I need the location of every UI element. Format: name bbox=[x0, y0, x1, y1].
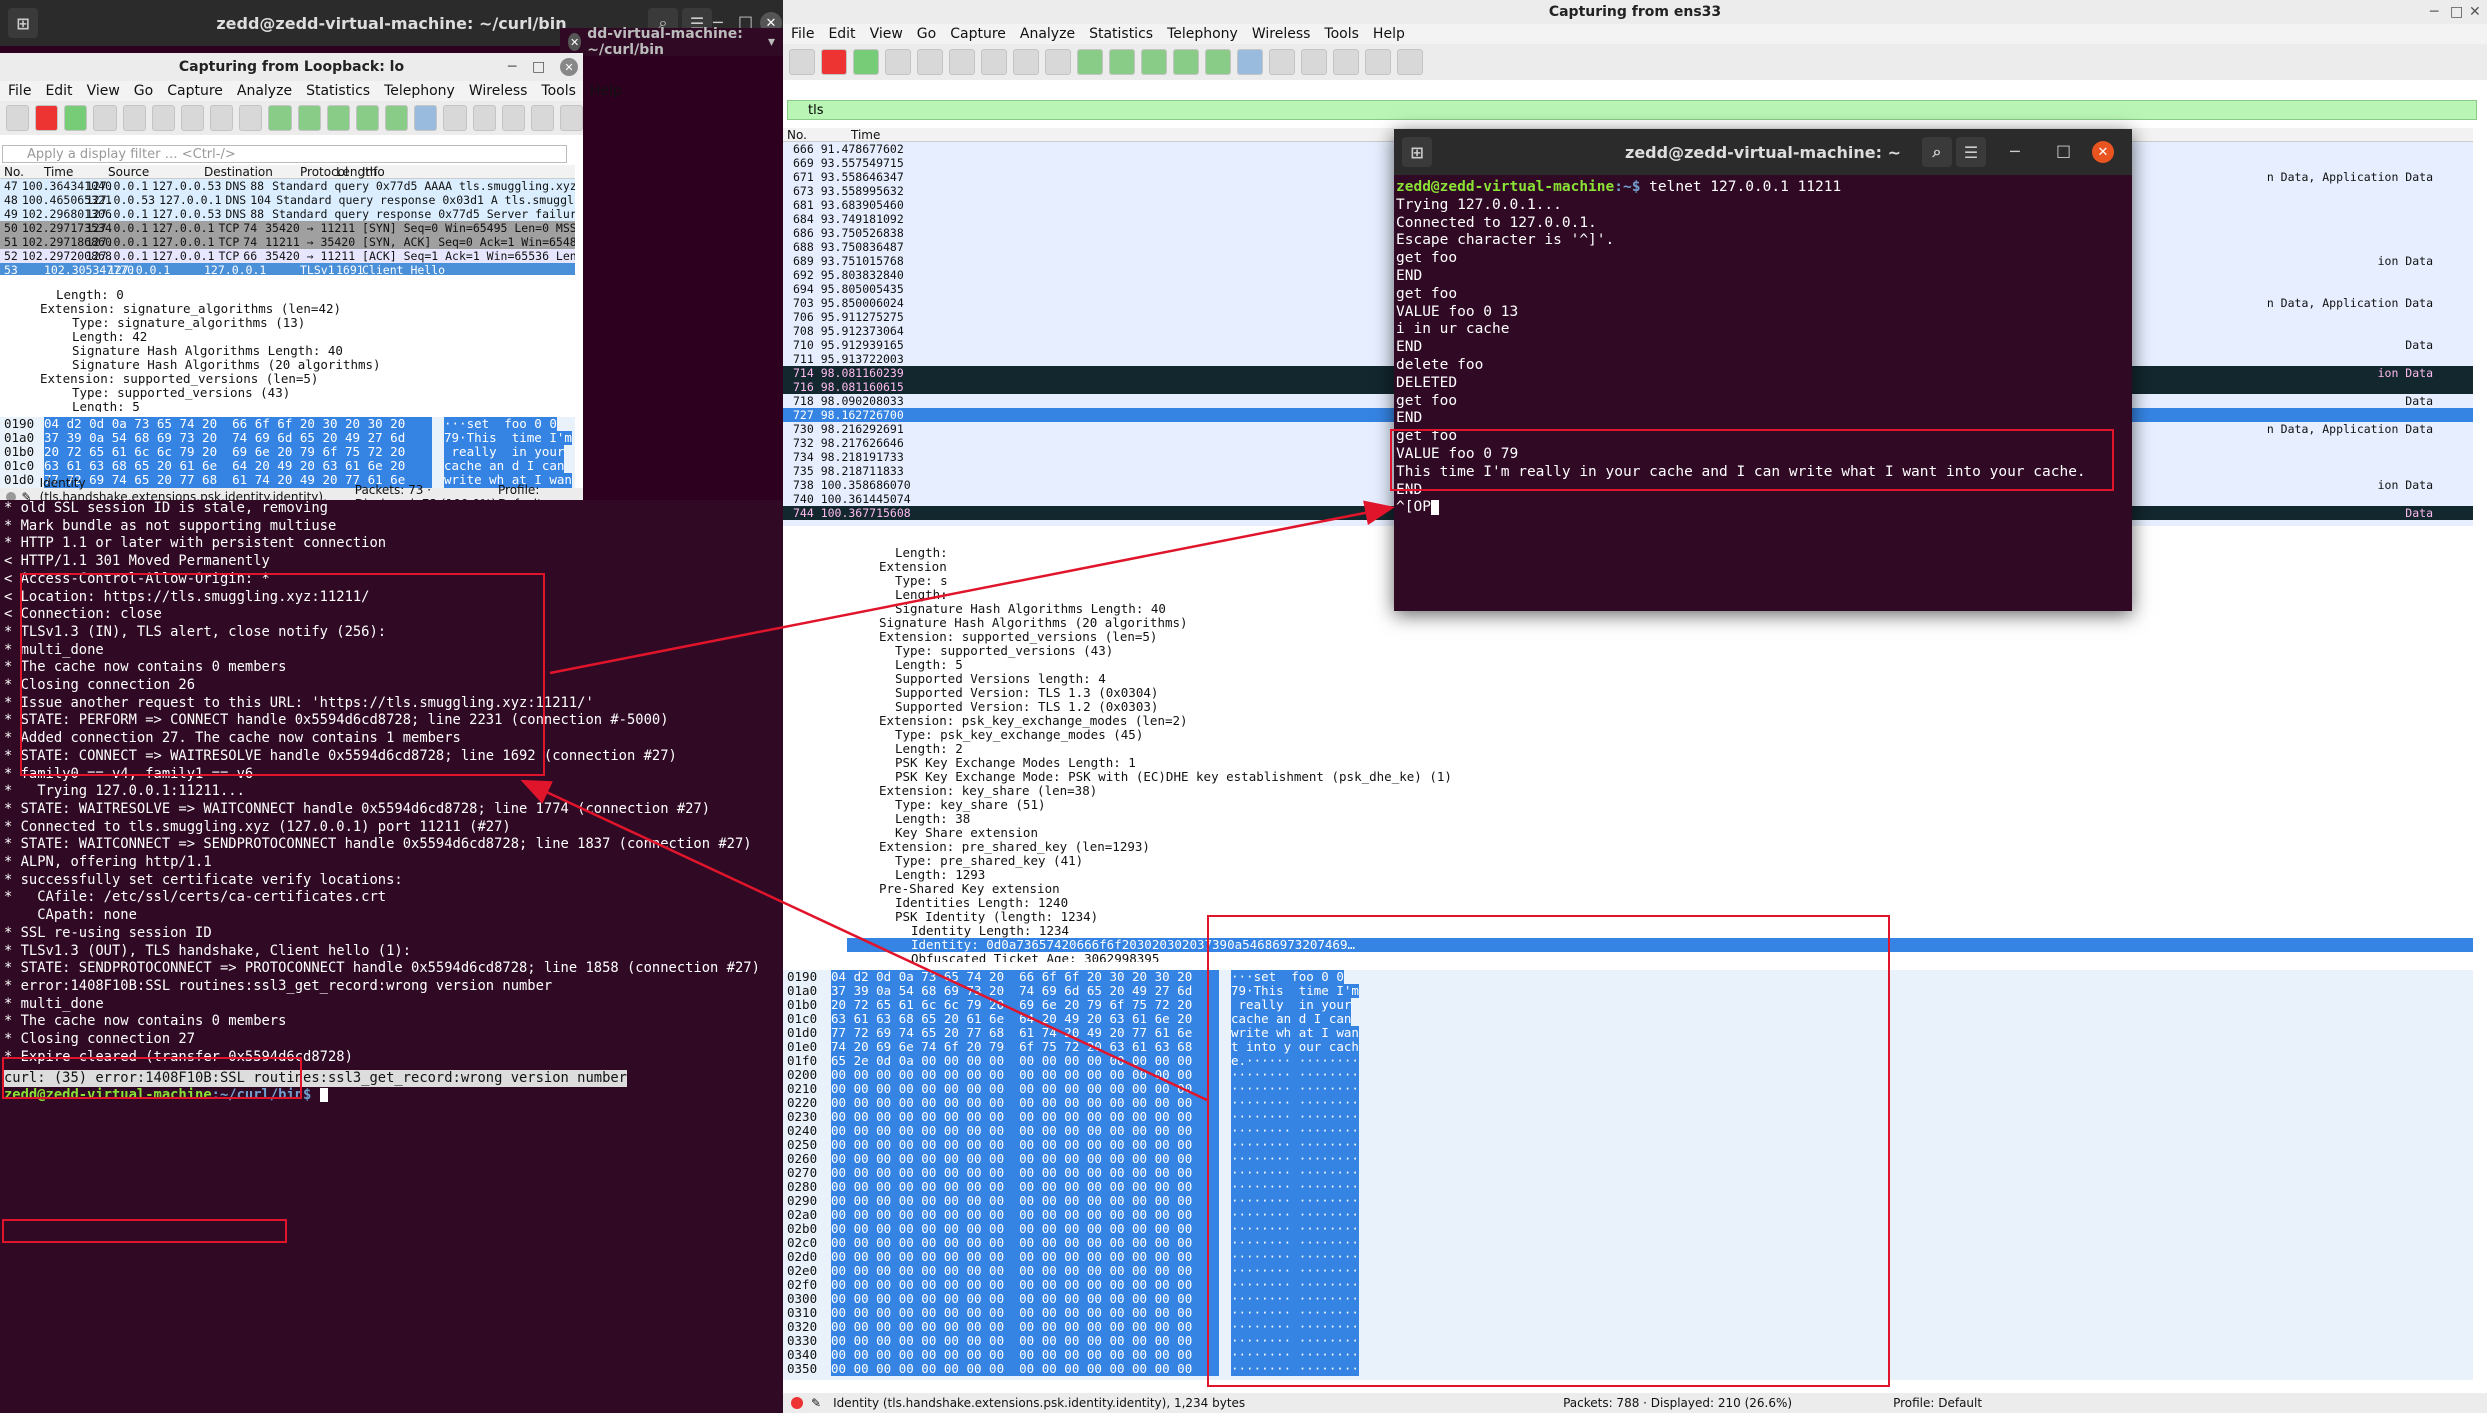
arrow-bottom-to-hex bbox=[520, 779, 1208, 1102]
annotation-arrows bbox=[520, 500, 1395, 1102]
arrow-hex-to-telnet bbox=[549, 500, 1395, 675]
